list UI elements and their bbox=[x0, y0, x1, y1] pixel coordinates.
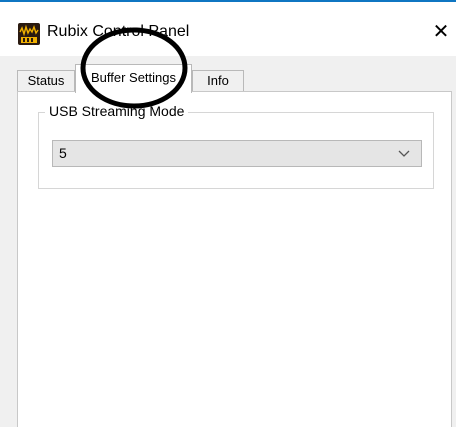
tab-status[interactable]: Status bbox=[17, 70, 75, 91]
tab-info[interactable]: Info bbox=[192, 70, 244, 91]
usb-streaming-mode-select[interactable]: 5 bbox=[52, 140, 422, 167]
usb-streaming-mode-label: USB Streaming Mode bbox=[45, 102, 189, 120]
app-icon bbox=[18, 23, 40, 45]
window-title: Rubix Control Panel bbox=[47, 23, 190, 40]
tab-panel-buffer-settings: USB Streaming Mode 5 bbox=[17, 91, 452, 427]
usb-streaming-mode-group: USB Streaming Mode 5 bbox=[38, 102, 434, 189]
chevron-down-icon[interactable] bbox=[397, 146, 411, 160]
title-bar[interactable]: Rubix Control Panel ✕ bbox=[0, 2, 456, 56]
usb-streaming-mode-value: 5 bbox=[59, 145, 67, 161]
dialog-body: Status Buffer Settings Info USB Streamin… bbox=[0, 56, 456, 427]
tab-buffer-settings[interactable]: Buffer Settings bbox=[75, 64, 192, 93]
close-button[interactable]: ✕ bbox=[426, 17, 456, 47]
